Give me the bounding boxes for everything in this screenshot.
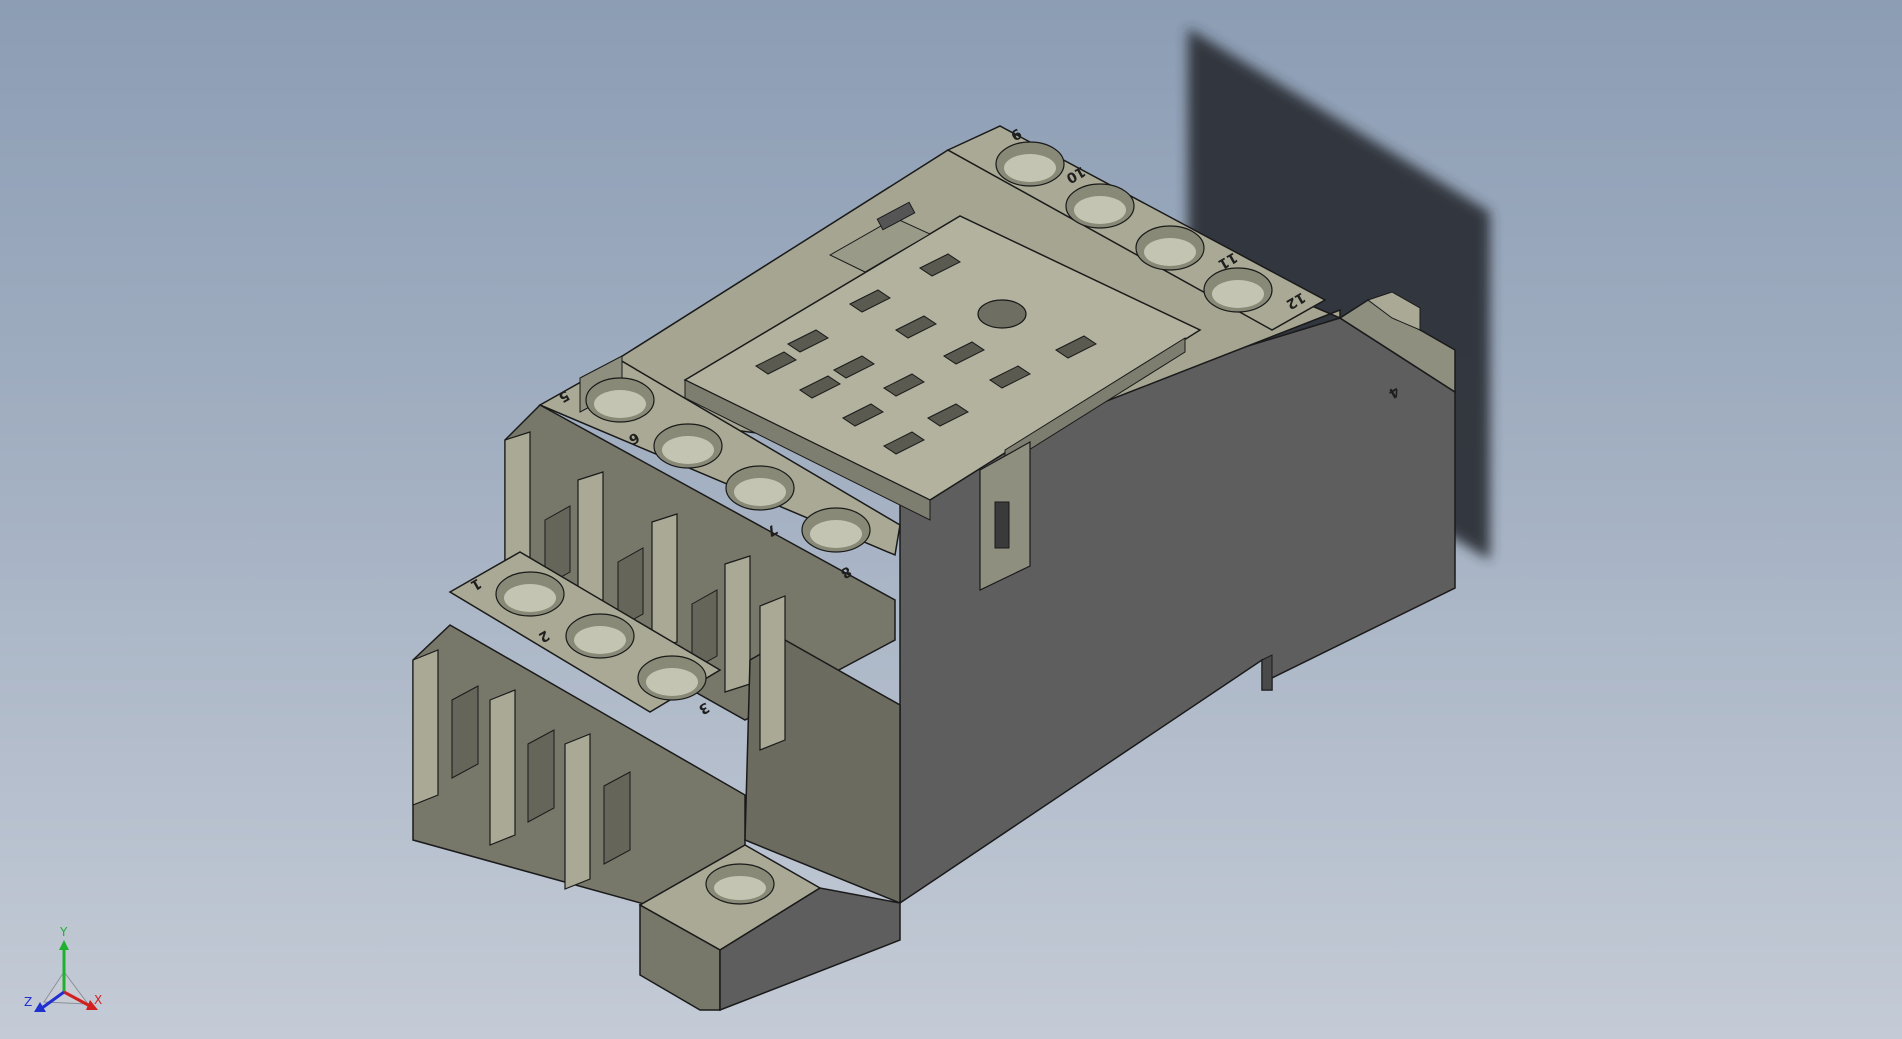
3d-viewport[interactable]: 9 10 11 12 5 6 7 8 1 2 3 4 Y X Z bbox=[0, 0, 1902, 1039]
label-3: 3 bbox=[696, 699, 712, 718]
din-clip bbox=[1261, 654, 1273, 691]
triad-cone bbox=[43, 971, 90, 1005]
x-axis-label: X bbox=[94, 993, 102, 1007]
center-hole bbox=[977, 299, 1027, 329]
relay-socket-model[interactable]: 9 10 11 12 5 6 7 8 1 2 3 4 bbox=[0, 0, 1902, 1039]
axis-triad[interactable]: Y X Z bbox=[14, 924, 104, 1014]
z-axis-label: Z bbox=[24, 995, 32, 1009]
y-axis-arrow bbox=[59, 940, 69, 950]
y-axis-label: Y bbox=[59, 925, 68, 939]
front-pillar-fin bbox=[759, 595, 786, 751]
mounting-hole-inner bbox=[714, 876, 766, 900]
right-latch-slot bbox=[994, 501, 1010, 549]
